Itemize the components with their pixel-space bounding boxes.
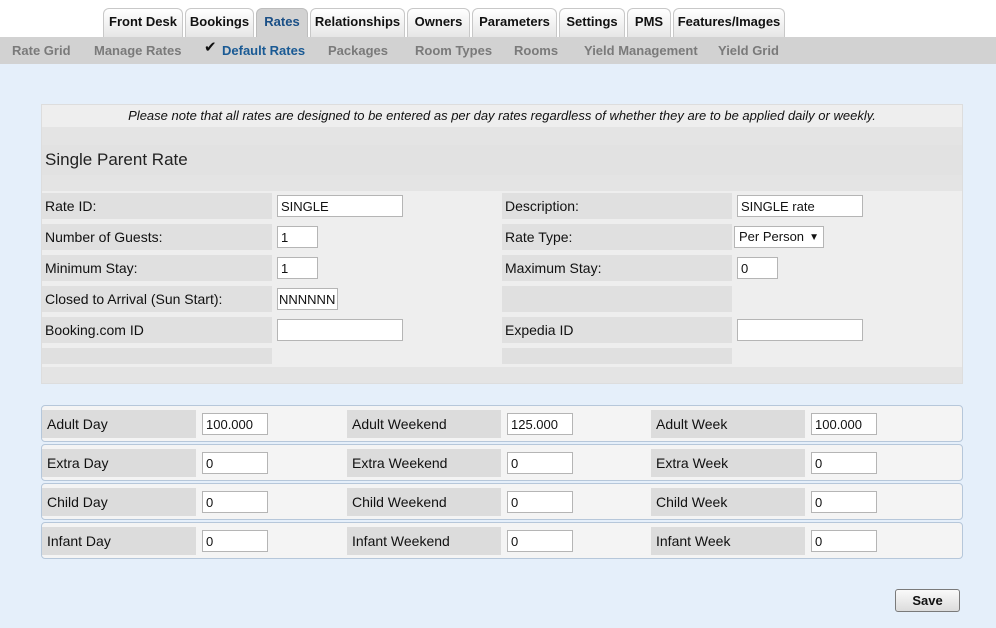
closed-to-arrival-input[interactable] <box>277 288 338 310</box>
subnav-room-types[interactable]: Room Types <box>415 37 492 64</box>
adult-weekend-input[interactable] <box>507 413 573 435</box>
infant-day-input[interactable] <box>202 530 268 552</box>
infant-week-label: Infant Week <box>651 527 805 555</box>
subnav-yield-management[interactable]: Yield Management <box>584 37 698 64</box>
subnav-yield-grid[interactable]: Yield Grid <box>718 37 779 64</box>
tab-features-images[interactable]: Features/Images <box>673 8 785 37</box>
tab-front-desk[interactable]: Front Desk <box>103 8 183 37</box>
tab-parameters[interactable]: Parameters <box>472 8 557 37</box>
child-weekend-label: Child Weekend <box>347 488 501 516</box>
adult-weekend-label: Adult Weekend <box>347 410 501 438</box>
child-week-input[interactable] <box>811 491 877 513</box>
subnav-packages[interactable]: Packages <box>328 37 388 64</box>
adult-day-input[interactable] <box>202 413 268 435</box>
rate-id-label: Rate ID: <box>45 198 97 214</box>
sub-nav-bar: Rate Grid Manage Rates ✔ Default Rates P… <box>0 37 996 64</box>
child-day-input[interactable] <box>202 491 268 513</box>
rate-details-panel: Please note that all rates are designed … <box>41 104 963 384</box>
extra-week-label: Extra Week <box>651 449 805 477</box>
extra-day-label: Extra Day <box>42 449 196 477</box>
tab-owners[interactable]: Owners <box>407 8 470 37</box>
rate-type-value: Per Person <box>739 229 805 244</box>
minimum-stay-input[interactable] <box>277 257 318 279</box>
subnav-manage-rates[interactable]: Manage Rates <box>94 37 181 64</box>
maximum-stay-label: Maximum Stay: <box>505 260 602 276</box>
main-content: Please note that all rates are designed … <box>0 64 996 628</box>
child-rates-row: Child Day Child Weekend Child Week <box>41 483 963 520</box>
infant-weekend-label: Infant Weekend <box>347 527 501 555</box>
child-weekend-input[interactable] <box>507 491 573 513</box>
description-input[interactable] <box>737 195 863 217</box>
tab-bookings[interactable]: Bookings <box>185 8 254 37</box>
chevron-down-icon: ▼ <box>809 232 819 243</box>
tab-settings[interactable]: Settings <box>559 8 625 37</box>
spacer-band <box>42 127 962 145</box>
rate-type-label: Rate Type: <box>505 229 573 245</box>
main-tab-bar: Front Desk Bookings Rates Relationships … <box>0 0 996 37</box>
number-of-guests-input[interactable] <box>277 226 318 248</box>
booking-com-id-label: Booking.com ID <box>45 322 144 338</box>
extra-weekend-label: Extra Weekend <box>347 449 501 477</box>
description-label: Description: <box>505 198 579 214</box>
subnav-rooms[interactable]: Rooms <box>514 37 558 64</box>
rate-title: Single Parent Rate <box>45 150 188 169</box>
infant-weekend-input[interactable] <box>507 530 573 552</box>
maximum-stay-input[interactable] <box>737 257 778 279</box>
child-week-label: Child Week <box>651 488 805 516</box>
number-of-guests-label: Number of Guests: <box>45 229 163 245</box>
infant-week-input[interactable] <box>811 530 877 552</box>
rates-note: Please note that all rates are designed … <box>42 105 962 127</box>
adult-week-label: Adult Week <box>651 410 805 438</box>
tab-rates[interactable]: Rates <box>256 8 308 37</box>
rate-type-select[interactable]: Per Person ▼ <box>734 226 824 248</box>
extra-day-input[interactable] <box>202 452 268 474</box>
adult-rates-row: Adult Day Adult Weekend Adult Week <box>41 405 963 442</box>
booking-com-id-input[interactable] <box>277 319 403 341</box>
closed-to-arrival-label: Closed to Arrival (Sun Start): <box>45 291 223 307</box>
checkmark-icon: ✔ <box>204 39 217 56</box>
adult-week-input[interactable] <box>811 413 877 435</box>
extra-rates-row: Extra Day Extra Weekend Extra Week <box>41 444 963 481</box>
save-button[interactable]: Save <box>895 589 960 612</box>
minimum-stay-label: Minimum Stay: <box>45 260 138 276</box>
rate-id-input[interactable] <box>277 195 403 217</box>
subnav-default-rates[interactable]: Default Rates <box>222 37 305 64</box>
extra-week-input[interactable] <box>811 452 877 474</box>
expedia-id-input[interactable] <box>737 319 863 341</box>
spacer-band <box>42 175 962 191</box>
extra-weekend-input[interactable] <box>507 452 573 474</box>
tab-relationships[interactable]: Relationships <box>310 8 405 37</box>
infant-day-label: Infant Day <box>42 527 196 555</box>
tab-pms[interactable]: PMS <box>627 8 671 37</box>
child-day-label: Child Day <box>42 488 196 516</box>
infant-rates-row: Infant Day Infant Weekend Infant Week <box>41 522 963 559</box>
subnav-rate-grid[interactable]: Rate Grid <box>12 37 71 64</box>
expedia-id-label: Expedia ID <box>505 322 574 338</box>
adult-day-label: Adult Day <box>42 410 196 438</box>
